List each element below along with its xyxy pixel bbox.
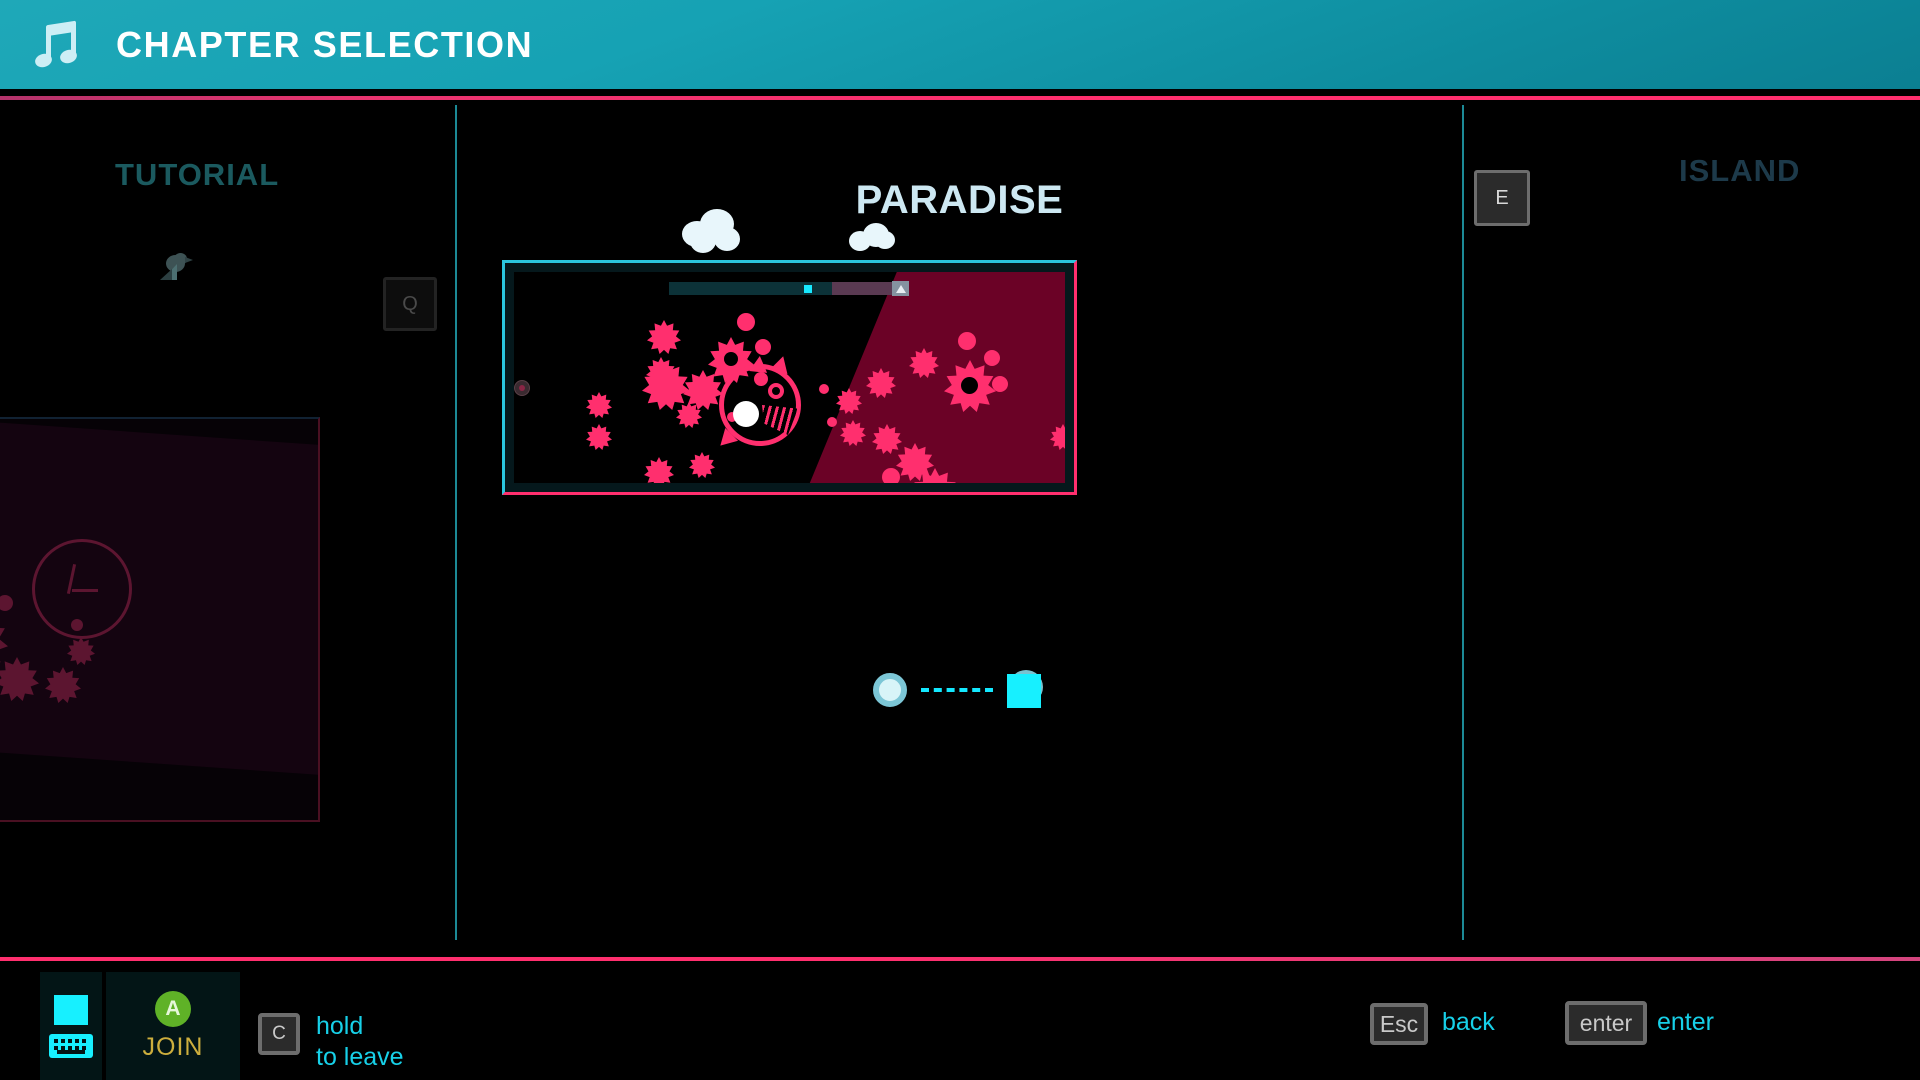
header-accent-line (0, 96, 1920, 100)
chapter-previous-thumbnail[interactable] (0, 417, 320, 822)
chapter-current-title: PARADISE (855, 177, 1064, 222)
bird-icon (160, 253, 194, 285)
device-slot[interactable] (40, 972, 102, 1080)
leave-hint: hold to leave (316, 1011, 404, 1072)
keyboard-icon (49, 1033, 93, 1058)
key-leave[interactable]: C (258, 1013, 300, 1055)
chapter-next[interactable]: ISLAND (1464, 105, 1920, 925)
join-slot[interactable]: A JOIN (106, 972, 240, 1080)
back-label: back (1442, 1008, 1495, 1036)
player-circle-token (872, 673, 907, 707)
key-confirm[interactable]: enter (1565, 1001, 1647, 1045)
leave-hint-line1: hold (316, 1012, 364, 1040)
chapter-next-title: ISLAND (1679, 153, 1801, 188)
key-hint-previous[interactable]: Q (383, 277, 437, 331)
chapter-previous-title: TUTORIAL (115, 157, 280, 192)
leave-hint-line2: to leave (316, 1042, 404, 1071)
chapter-current[interactable]: PARADISE (457, 105, 1462, 940)
player-square-token (1006, 670, 1047, 710)
chapter-preview[interactable] (502, 260, 1077, 495)
chapter-current-title-wrap: PARADISE (457, 165, 1462, 253)
player-indicators (457, 665, 1462, 715)
page-title: CHAPTER SELECTION (116, 23, 534, 65)
key-back[interactable]: Esc (1370, 1003, 1428, 1045)
header-bar: CHAPTER SELECTION (0, 0, 1920, 89)
boss-face (719, 364, 801, 446)
progress-flag-icon (892, 281, 909, 296)
confirm-label: enter (1657, 1008, 1714, 1036)
ship-icon (514, 380, 530, 396)
preview-stage (514, 272, 1065, 483)
chapter-previous[interactable]: TUTORIAL Q (0, 105, 455, 925)
music-note-icon (33, 20, 86, 69)
button-a-icon[interactable]: A (155, 990, 191, 1027)
progress-marker (804, 285, 812, 293)
chapter-selection-screen: CHAPTER SELECTION TUTORIAL Q ISLAND E PA… (0, 0, 1920, 1080)
key-hint-next[interactable]: E (1474, 170, 1530, 226)
player-link-line (920, 688, 993, 692)
device-indicator (54, 994, 88, 1025)
join-label: JOIN (142, 1032, 204, 1061)
